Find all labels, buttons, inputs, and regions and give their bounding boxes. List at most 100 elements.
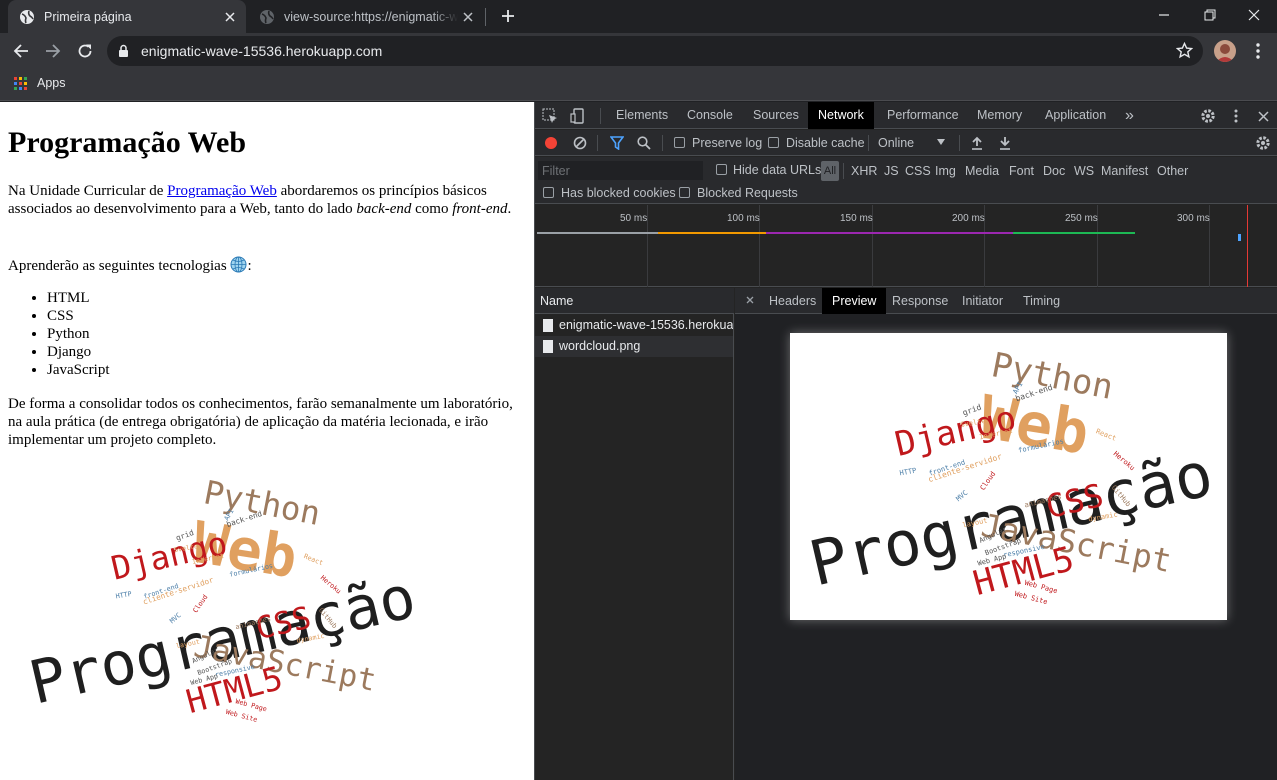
throttling-select[interactable]: Online <box>878 136 914 150</box>
request-detail-panel: Headers Preview Response Initiator Timin… <box>735 288 1277 780</box>
filter-type-img[interactable]: Img <box>935 164 956 178</box>
minimize-icon <box>1159 14 1169 16</box>
filter-type-manifest[interactable]: Manifest <box>1101 164 1148 178</box>
network-overview-timeline[interactable]: 50 ms 100 ms 150 ms 200 ms 250 ms 300 ms <box>535 205 1277 287</box>
gear-icon[interactable] <box>1255 135 1271 151</box>
close-icon[interactable] <box>458 7 478 27</box>
filter-type-ws[interactable]: WS <box>1074 164 1094 178</box>
network-toolbar: Preserve log Disable cache Online <box>535 130 1277 156</box>
timeline-bar-waiting <box>766 232 1013 234</box>
timeline-tick-label: 300 ms <box>1177 213 1210 224</box>
disable-cache-label: Disable cache <box>786 136 865 150</box>
filter-type-all[interactable]: All <box>821 161 839 181</box>
tab-sources[interactable]: Sources <box>743 102 809 129</box>
list-item: Python <box>47 325 109 343</box>
request-row[interactable]: enigmatic-wave-15536.herokuapp.com <box>535 315 733 336</box>
tab-headers[interactable]: Headers <box>759 288 826 314</box>
inspect-element-button[interactable] <box>541 107 559 125</box>
close-icon[interactable] <box>220 7 240 27</box>
tab-application[interactable]: Application <box>1035 102 1116 129</box>
chevron-down-icon[interactable] <box>937 139 945 145</box>
tab-initiator[interactable]: Initiator <box>952 288 1013 314</box>
hide-data-urls-checkbox[interactable] <box>716 164 727 175</box>
tab-memory[interactable]: Memory <box>967 102 1032 129</box>
tab-response[interactable]: Response <box>882 288 958 314</box>
closing-paragraph: De forma a consolidar todos os conhecime… <box>8 396 513 448</box>
has-blocked-cookies-checkbox[interactable] <box>543 187 554 198</box>
tech-intro-text: Aprenderão as seguintes tecnologias <box>8 258 231 274</box>
tab-view-source[interactable]: view-source:https://enigmatic-wave-15536… <box>248 0 484 33</box>
filter-type-css[interactable]: CSS <box>905 164 931 178</box>
intro-text: Na Unidade Curricular de <box>8 183 168 199</box>
reload-button[interactable] <box>71 37 99 65</box>
front-end-emphasis: front-end <box>452 201 508 217</box>
technologies-list: HTML CSS Python Django JavaScript <box>47 289 109 379</box>
url-text[interactable]: enigmatic-wave-15536.herokuapp.com <box>141 43 382 59</box>
preserve-log-checkbox[interactable] <box>674 137 685 148</box>
settings-button[interactable] <box>1199 107 1217 125</box>
list-item: HTML <box>47 289 109 307</box>
back-end-emphasis: back-end <box>356 201 412 217</box>
filter-type-xhr[interactable]: XHR <box>851 164 877 178</box>
separator <box>600 108 601 124</box>
disable-cache-checkbox[interactable] <box>768 137 779 148</box>
close-icon[interactable] <box>743 293 757 307</box>
minimize-button[interactable] <box>1141 0 1187 30</box>
filter-type-other[interactable]: Other <box>1157 164 1188 178</box>
tab-timing[interactable]: Timing <box>1013 288 1070 314</box>
restore-button[interactable] <box>1187 0 1233 30</box>
close-window-button[interactable] <box>1231 0 1277 30</box>
new-tab-button[interactable] <box>497 5 519 27</box>
export-har-icon[interactable] <box>999 136 1011 150</box>
search-icon[interactable] <box>637 136 651 150</box>
timeline-tick-label: 250 ms <box>1065 213 1098 224</box>
tab-console[interactable]: Console <box>677 102 743 129</box>
record-icon[interactable] <box>544 136 558 150</box>
timeline-bar-connect <box>658 232 766 234</box>
globe-icon <box>20 9 34 24</box>
timeline-bar-stalled <box>537 232 658 234</box>
blocked-requests-checkbox[interactable] <box>679 187 690 198</box>
filter-type-font[interactable]: Font <box>1009 164 1034 178</box>
lock-icon[interactable] <box>118 44 129 58</box>
close-devtools-button[interactable] <box>1254 107 1272 125</box>
device-toolbar-button[interactable] <box>569 107 587 125</box>
apps-grid-icon[interactable] <box>14 77 28 91</box>
filter-icon[interactable] <box>610 136 624 150</box>
browser-menu-button[interactable] <box>1248 40 1268 62</box>
back-button[interactable] <box>7 37 35 65</box>
star-icon[interactable] <box>1176 42 1193 59</box>
devtools-menu-button[interactable] <box>1227 107 1245 125</box>
tab-primeira-pagina[interactable]: Primeira página <box>8 0 246 33</box>
import-har-icon[interactable] <box>971 136 983 150</box>
tab-performance[interactable]: Performance <box>877 102 969 129</box>
close-icon <box>1257 110 1269 122</box>
more-tabs-button[interactable]: » <box>1115 102 1144 129</box>
kebab-menu-icon <box>1256 43 1260 59</box>
clear-icon[interactable] <box>573 136 587 150</box>
device-icon <box>570 108 584 124</box>
apps-bookmark[interactable]: Apps <box>37 76 66 90</box>
avatar[interactable] <box>1214 40 1236 62</box>
timeline-bar-download <box>1013 232 1135 234</box>
tab-network[interactable]: Network <box>808 102 874 129</box>
tab-elements[interactable]: Elements <box>606 102 678 129</box>
address-bar[interactable]: enigmatic-wave-15536.herokuapp.com <box>107 36 1203 66</box>
globe-emoji-icon <box>230 256 247 273</box>
filter-input[interactable] <box>538 161 703 180</box>
programacao-web-link[interactable]: Programação Web <box>167 183 277 199</box>
filter-type-doc[interactable]: Doc <box>1043 164 1065 178</box>
filter-type-media[interactable]: Media <box>965 164 999 178</box>
name-column-header[interactable]: Name <box>535 288 734 314</box>
wordcloud-word: HTTP <box>115 590 132 601</box>
devtools-panel: Elements Console Sources Network Perform… <box>534 102 1277 780</box>
request-row[interactable]: wordcloud.png <box>535 336 733 357</box>
inspect-cursor-icon <box>542 108 557 123</box>
filter-type-js[interactable]: JS <box>884 164 899 178</box>
page-title: Programação Web <box>8 126 247 159</box>
tab-preview[interactable]: Preview <box>822 288 887 314</box>
list-item: JavaScript <box>47 361 109 379</box>
tab-separator <box>485 8 486 26</box>
image-file-icon <box>543 340 553 353</box>
forward-button[interactable] <box>39 37 67 65</box>
